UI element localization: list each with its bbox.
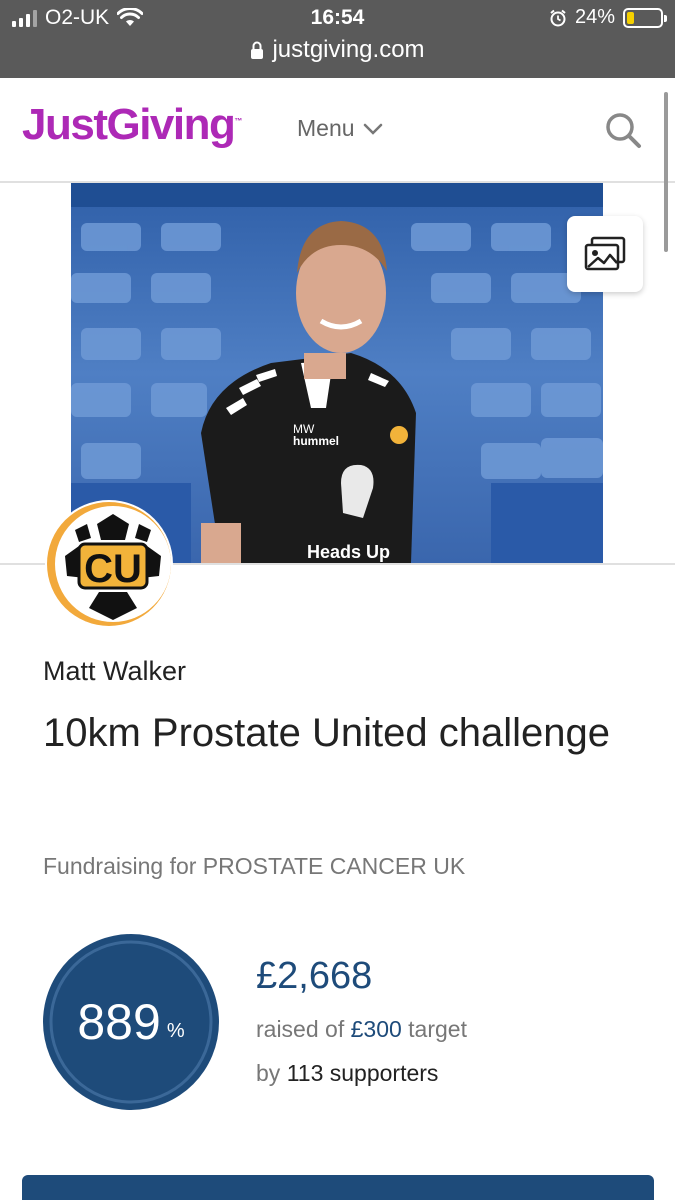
url-text: justgiving.com: [272, 36, 425, 63]
gallery-button[interactable]: [567, 216, 643, 292]
hero-photo[interactable]: MW hummel Heads Up: [71, 183, 603, 563]
alarm-icon: [550, 9, 566, 26]
club-crest-icon: CU: [47, 502, 171, 626]
address-bar[interactable]: justgiving.com: [0, 36, 675, 64]
progress-percent: 889 %: [43, 934, 219, 1110]
page-scrollbar[interactable]: [664, 92, 668, 252]
search-icon[interactable]: [604, 111, 642, 149]
supporters-count: 113 supporters: [286, 1060, 439, 1086]
menu-label: Menu: [297, 115, 355, 141]
amount-raised: £2,668: [256, 955, 373, 997]
battery-group: 24%: [549, 6, 667, 29]
avatar-text: CU: [84, 547, 142, 591]
target-suffix: target: [408, 1016, 467, 1042]
shirt-brand-label: hummel: [293, 434, 339, 448]
battery-percent: 24%: [574, 6, 615, 28]
status-bar: O2-UK 16:54 24% justgiving.com: [0, 0, 675, 78]
site-header: JustGiving™ Menu: [0, 78, 675, 183]
supporters-line: by 113 supporters: [256, 1060, 438, 1087]
by-prefix: by: [256, 1060, 281, 1086]
donate-button[interactable]: [22, 1175, 654, 1200]
page-title: 10km Prostate United challenge: [43, 711, 610, 755]
battery-fill: [627, 11, 634, 24]
shirt-sponsor-text: Heads Up: [307, 542, 390, 562]
justgiving-logo[interactable]: JustGiving™: [22, 100, 242, 150]
raised-prefix: raised of: [256, 1016, 345, 1042]
avatar[interactable]: CU: [45, 500, 173, 628]
fundraiser-name[interactable]: Matt Walker: [43, 656, 186, 687]
lock-icon: [251, 41, 264, 59]
menu-button[interactable]: Menu: [297, 115, 383, 142]
target-amount: £300: [350, 1016, 402, 1042]
target-line: raised of £300 target: [256, 1016, 467, 1043]
stadium-photo: MW hummel Heads Up: [71, 183, 603, 563]
charity-line[interactable]: Fundraising for PROSTATE CANCER UK: [43, 853, 465, 880]
chevron-down-icon: [363, 123, 382, 135]
percent-sign: %: [166, 1019, 185, 1042]
image-gallery-icon: [584, 236, 626, 271]
percent-value: 889: [77, 994, 161, 1050]
battery-icon: [623, 7, 667, 28]
